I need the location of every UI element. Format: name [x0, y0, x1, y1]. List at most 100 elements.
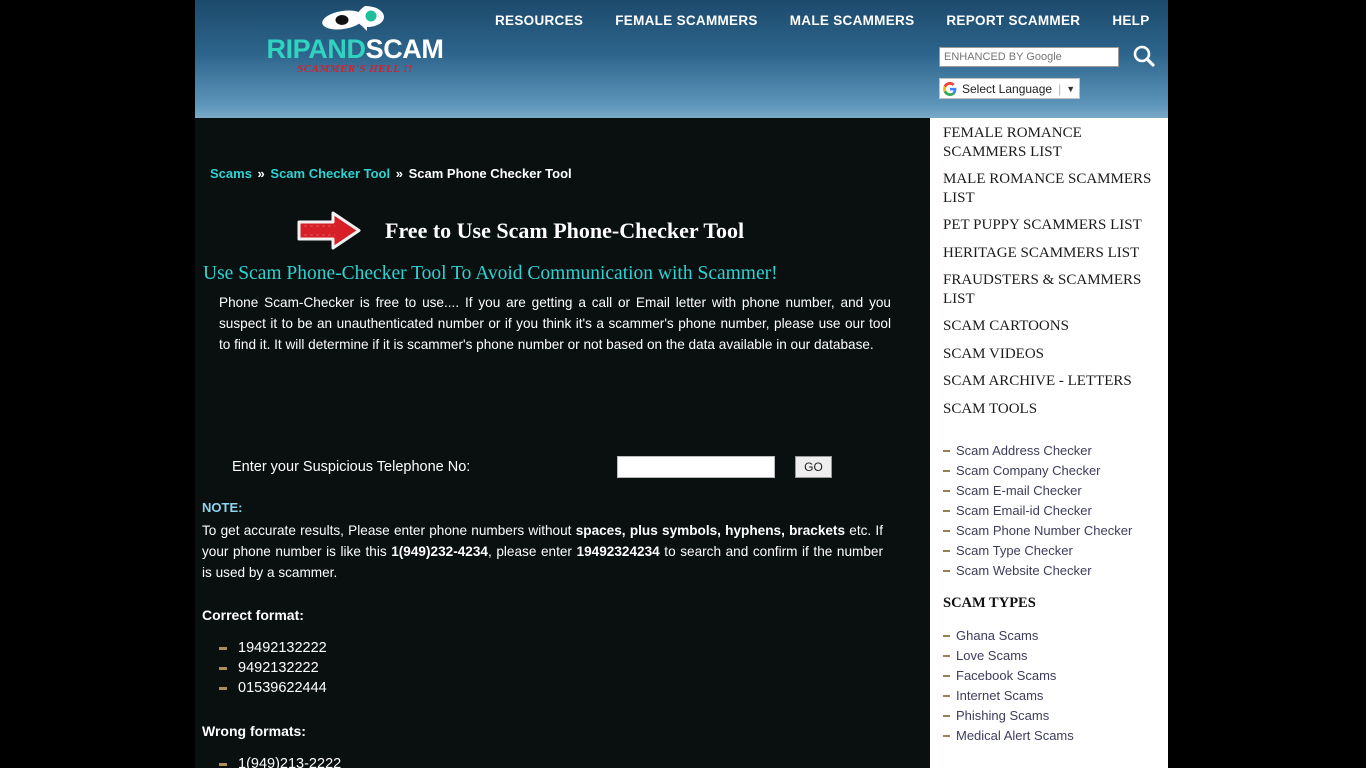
sidebar-item-scam-archive-letters[interactable]: SCAM ARCHIVE - LETTERS [930, 372, 1168, 391]
dash-bullet-icon [943, 490, 950, 492]
search-input[interactable] [939, 47, 1119, 67]
sidebar-item-fraudsters-scammers-list[interactable]: FRAUDSTERS & SCAMMERS LIST [930, 271, 1168, 308]
sidebar-link-scam-website-checker[interactable]: Scam Website Checker [943, 561, 1168, 581]
sidebar-link-label: Scam Phone Number Checker [956, 523, 1133, 538]
list-item: 19492132222 [219, 638, 327, 658]
dash-bullet-icon [943, 635, 950, 637]
dash-bullet-icon [219, 667, 227, 670]
sidebar-link-medical-alert-scams[interactable]: Medical Alert Scams [943, 726, 1168, 746]
sidebar-link-label: Ghana Scams [956, 628, 1039, 643]
sidebar-link-label: Facebook Scams [956, 668, 1057, 683]
sidebar-link-label: Scam Address Checker [956, 443, 1092, 458]
nav-item-help[interactable]: HELP [1112, 13, 1149, 28]
sidebar-item-scam-tools[interactable]: SCAM TOOLS [930, 400, 1168, 419]
dash-bullet-icon [943, 675, 950, 677]
list-item: 1(949)213-2222 [219, 754, 341, 768]
note-label: NOTE: [202, 500, 243, 515]
sidebar-link-internet-scams[interactable]: Internet Scams [943, 686, 1168, 706]
chevron-down-icon: ▼ [1066, 83, 1076, 94]
nav-item-male-scammers[interactable]: MALE SCAMMERS [790, 13, 915, 28]
sidebar-link-scam-email-id-checker[interactable]: Scam Email-id Checker [943, 501, 1168, 521]
sidebar-link-scam-phone-number-checker[interactable]: Scam Phone Number Checker [943, 521, 1168, 541]
logo-word-first: RIPAND [266, 34, 366, 64]
sidebar-link-scam-email-checker[interactable]: Scam E-mail Checker [943, 481, 1168, 501]
breadcrumb: Scams » Scam Checker Tool » Scam Phone C… [210, 166, 572, 181]
phone-input[interactable] [617, 456, 775, 478]
main-navigation: RESOURCES FEMALE SCAMMERS MALE SCAMMERS … [495, 13, 1150, 28]
site-search [939, 44, 1157, 70]
google-icon [943, 81, 957, 96]
language-selector[interactable]: Select Language | ▼ [939, 78, 1081, 99]
sidebar-link-scam-type-checker[interactable]: Scam Type Checker [943, 541, 1168, 561]
dash-bullet-icon [943, 510, 950, 512]
nav-item-report-scammer[interactable]: REPORT SCAMMER [946, 13, 1080, 28]
correct-format-heading: Correct format: [202, 607, 304, 623]
sidebar-link-ghana-scams[interactable]: Ghana Scams [943, 626, 1168, 646]
sidebar-link-label: Medical Alert Scams [956, 728, 1074, 743]
breadcrumb-item-scam-checker-tool[interactable]: Scam Checker Tool [270, 166, 390, 181]
note-text-part1: To get accurate results, Please enter ph… [202, 523, 576, 538]
main-content: Scams » Scam Checker Tool » Scam Phone C… [195, 118, 930, 768]
sidebar-link-label: Scam Email-id Checker [956, 503, 1092, 518]
nav-item-female-scammers[interactable]: FEMALE SCAMMERS [615, 13, 758, 28]
site-logo[interactable]: RIPANDSCAM SCAMMER'S HELL !! [240, 4, 470, 75]
language-selector-label: Select Language [962, 81, 1053, 96]
go-button[interactable]: GO [795, 456, 832, 478]
dash-bullet-icon [943, 550, 950, 552]
sidebar-link-phishing-scams[interactable]: Phishing Scams [943, 706, 1168, 726]
breadcrumb-item-scams[interactable]: Scams [210, 166, 252, 181]
sidebar-heading-scam-types[interactable]: SCAM TYPES [930, 595, 1168, 612]
language-divider: | [1058, 81, 1062, 96]
dash-bullet-icon [219, 647, 227, 650]
right-sidebar: FEMALE ROMANCE SCAMMERS LIST MALE ROMANC… [930, 118, 1168, 768]
breadcrumb-item-current: Scam Phone Checker Tool [408, 166, 572, 181]
sidebar-link-scam-company-checker[interactable]: Scam Company Checker [943, 461, 1168, 481]
page-body: Scams » Scam Checker Tool » Scam Phone C… [195, 118, 1168, 768]
sidebar-link-label: Scam Type Checker [956, 543, 1073, 558]
sidebar-link-label: Scam E-mail Checker [956, 483, 1082, 498]
sidebar-item-pet-puppy-scammers-list[interactable]: PET PUPPY SCAMMERS LIST [930, 216, 1168, 235]
page-title: Free to Use Scam Phone-Checker Tool [385, 217, 745, 243]
sidebar-item-heritage-scammers-list[interactable]: HERITAGE SCAMMERS LIST [930, 244, 1168, 263]
sidebar-link-label: Internet Scams [956, 688, 1044, 703]
red-arrow-icon [295, 208, 365, 253]
site-header: RIPANDSCAM SCAMMER'S HELL !! RESOURCES F… [195, 0, 1168, 118]
eye-speech-bubble-logo-icon [319, 4, 391, 32]
sidebar-item-scam-cartoons[interactable]: SCAM CARTOONS [930, 317, 1168, 336]
sidebar-scam-types-list: Ghana Scams Love Scams Facebook Scams In… [930, 626, 1168, 746]
note-bold-1: spaces, plus symbols, hyphens, brackets [575, 523, 846, 538]
dash-bullet-icon [943, 655, 950, 657]
list-item-label: 19492132222 [238, 640, 327, 656]
page-title-row: Free to Use Scam Phone-Checker Tool [295, 208, 744, 253]
sidebar-link-label: Phishing Scams [956, 708, 1050, 723]
nav-item-resources[interactable]: RESOURCES [495, 13, 583, 28]
phone-checker-form: Enter your Suspicious Telephone No: GO [195, 456, 930, 486]
page-subtitle: Use Scam Phone-Checker Tool To Avoid Com… [203, 263, 778, 284]
list-item: 9492132222 [219, 658, 327, 678]
sidebar-link-facebook-scams[interactable]: Facebook Scams [943, 666, 1168, 686]
sidebar-link-label: Love Scams [956, 648, 1028, 663]
dash-bullet-icon [219, 687, 227, 690]
list-item-label: 01539622444 [238, 680, 327, 696]
sidebar-link-scam-address-checker[interactable]: Scam Address Checker [943, 441, 1168, 461]
search-icon[interactable] [1131, 44, 1157, 70]
sidebar-item-female-romance-scammers-list[interactable]: FEMALE ROMANCE SCAMMERS LIST [930, 124, 1168, 161]
dash-bullet-icon [943, 450, 950, 452]
correct-format-list: 19492132222 9492132222 01539622444 [219, 638, 327, 698]
sidebar-item-male-romance-scammers-list[interactable]: MALE ROMANCE SCAMMERS LIST [930, 170, 1168, 207]
sidebar-link-label: Scam Website Checker [956, 563, 1092, 578]
sidebar-link-love-scams[interactable]: Love Scams [943, 646, 1168, 666]
dash-bullet-icon [219, 763, 227, 766]
logo-word-second: SCAM [365, 34, 444, 64]
logo-tagline: SCAMMER'S HELL !! [297, 63, 413, 75]
dash-bullet-icon [943, 570, 950, 572]
list-item-label: 1(949)213-2222 [238, 756, 342, 768]
dash-bullet-icon [943, 470, 950, 472]
sidebar-item-scam-videos[interactable]: SCAM VIDEOS [930, 345, 1168, 364]
dash-bullet-icon [943, 695, 950, 697]
sidebar-category-list: FEMALE ROMANCE SCAMMERS LIST MALE ROMANC… [930, 118, 1168, 418]
note-bold-2: 1(949)232-4234 [391, 543, 488, 559]
